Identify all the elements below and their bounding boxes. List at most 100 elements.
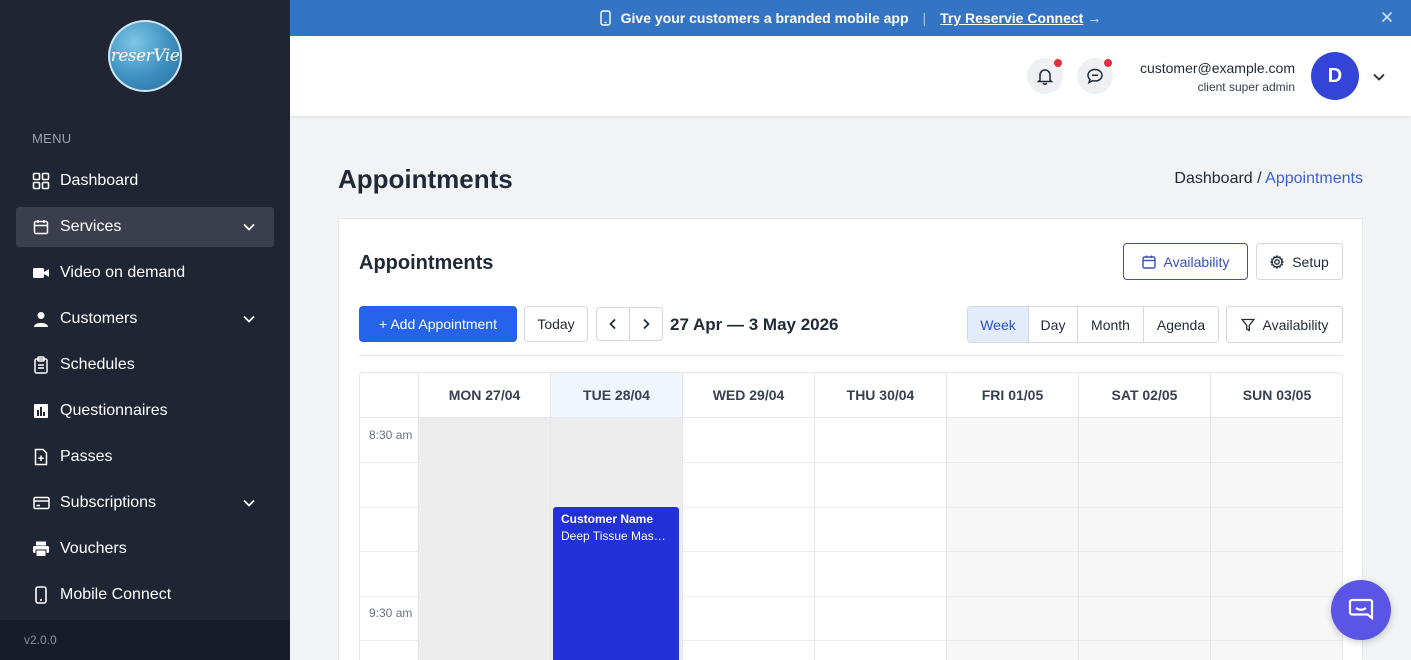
breadcrumb-dashboard-link[interactable]: Dashboard /	[1174, 170, 1261, 187]
slot-line	[1079, 462, 1210, 463]
slot-line	[683, 551, 814, 552]
day-header[interactable]: FRI 01/05	[947, 373, 1079, 417]
try-reservie-connect-link[interactable]: Try Reservie Connect	[940, 10, 1083, 26]
sidebar-item-label: Schedules	[60, 356, 135, 373]
chat-bubble-icon	[1347, 596, 1375, 624]
availability-button[interactable]: Availability	[1123, 243, 1248, 280]
slot-line	[947, 551, 1078, 552]
day-header[interactable]: THU 30/04	[815, 373, 947, 417]
slot-line	[683, 640, 814, 641]
view-month-button[interactable]: Month	[1078, 307, 1144, 342]
sidebar-item-schedules[interactable]: Schedules	[16, 345, 274, 385]
user-info[interactable]: customer@example.com client super admin	[1140, 60, 1295, 94]
slot-line	[360, 596, 418, 597]
sidebar-item-mobile-connect[interactable]: Mobile Connect	[16, 575, 274, 615]
chat-widget-button[interactable]	[1331, 580, 1391, 640]
sidebar-item-subscriptions[interactable]: Subscriptions	[16, 483, 274, 523]
sidebar-item-customers[interactable]: Customers	[16, 299, 274, 339]
slot-line	[1079, 640, 1210, 641]
user-icon	[32, 310, 50, 328]
sidebar-item-label: Subscriptions	[60, 494, 157, 511]
day-column[interactable]	[419, 418, 551, 660]
slot-line	[360, 640, 418, 641]
setup-button[interactable]: Setup	[1256, 243, 1343, 280]
event-service: Deep Tissue Massa...	[561, 529, 671, 543]
day-header[interactable]: SAT 02/05	[1079, 373, 1211, 417]
promo-banner: Give your customers a branded mobile app…	[290, 0, 1411, 36]
day-column-today[interactable]: Customer Name Deep Tissue Massa...	[551, 418, 683, 660]
slot-line	[815, 596, 946, 597]
video-icon	[32, 264, 50, 282]
sidebar-item-dashboard[interactable]: Dashboard	[16, 161, 274, 201]
sidebar-item-video-on-demand[interactable]: Video on demand	[16, 253, 274, 293]
slot-line	[1211, 596, 1342, 597]
sidebar-item-questionnaires[interactable]: Questionnaires	[16, 391, 274, 431]
slot-line	[947, 507, 1078, 508]
slot-line	[683, 596, 814, 597]
clipboard-icon	[32, 356, 50, 374]
sidebar-item-label: Vouchers	[60, 540, 127, 557]
grid-icon	[32, 172, 50, 190]
sidebar-item-label: Dashboard	[60, 172, 139, 189]
sidebar-item-vouchers[interactable]: Vouchers	[16, 529, 274, 569]
date-range: 27 Apr — 3 May 2026	[670, 315, 839, 334]
close-icon[interactable]	[1381, 10, 1393, 26]
promo-text: Give your customers a branded mobile app	[620, 10, 909, 26]
slot-line	[1211, 551, 1342, 552]
slot-line	[1079, 596, 1210, 597]
day-header[interactable]: SUN 03/05	[1211, 373, 1342, 417]
appointment-event[interactable]: Customer Name Deep Tissue Massa...	[553, 507, 679, 660]
gear-icon	[1270, 254, 1285, 269]
breadcrumb-current: Appointments	[1265, 170, 1363, 187]
today-button[interactable]: Today	[524, 306, 588, 342]
slot-line	[815, 462, 946, 463]
sidebar-item-passes[interactable]: Passes	[16, 437, 274, 477]
chevron-down-icon	[242, 220, 256, 239]
day-header[interactable]: MON 27/04	[419, 373, 551, 417]
time-column: 8:30 am 9:30 am	[360, 418, 419, 660]
week-calendar: MON 27/04 TUE 28/04 WED 29/04 THU 30/04 …	[359, 372, 1343, 660]
calendar-icon	[32, 218, 50, 236]
user-email: customer@example.com	[1139, 60, 1295, 76]
prev-week-button[interactable]	[596, 307, 630, 341]
day-header[interactable]: WED 29/04	[683, 373, 815, 417]
smartphone-icon	[32, 586, 50, 604]
sidebar-nav: Dashboard Services Video on demand Custo…	[16, 161, 274, 621]
availability-label: Availability	[1163, 253, 1230, 270]
sidebar-item-services[interactable]: Services	[16, 207, 274, 247]
reservie-logo[interactable]: reserVie	[108, 20, 182, 92]
add-appointment-button[interactable]: + Add Appointment	[359, 306, 517, 342]
next-week-button[interactable]	[629, 307, 663, 341]
day-header-today[interactable]: TUE 28/04	[551, 373, 683, 417]
breadcrumb: Dashboard / Appointments	[1174, 170, 1363, 188]
calendar-header: MON 27/04 TUE 28/04 WED 29/04 THU 30/04 …	[360, 373, 1342, 418]
menu-label: MENU	[32, 131, 72, 146]
day-column[interactable]	[815, 418, 947, 660]
sidebar-item-label: Mobile Connect	[60, 586, 172, 603]
chevron-down-icon	[242, 312, 256, 331]
slot-line	[1079, 507, 1210, 508]
calendar-body: 8:30 am 9:30 am Customer Name Deep Tissu…	[360, 418, 1342, 660]
slot-line	[947, 596, 1078, 597]
notifications-button[interactable]	[1027, 58, 1063, 94]
day-column[interactable]	[1079, 418, 1211, 660]
view-day-button[interactable]: Day	[1029, 307, 1078, 342]
sidebar-item-label: Questionnaires	[60, 402, 168, 419]
messages-button[interactable]	[1077, 58, 1113, 94]
slot-line	[815, 507, 946, 508]
slot-line	[683, 507, 814, 508]
sidebar-item-label: Services	[60, 218, 122, 235]
day-column[interactable]	[683, 418, 815, 660]
day-column[interactable]	[947, 418, 1079, 660]
chevron-down-icon[interactable]	[1372, 70, 1386, 88]
slot-line	[360, 551, 418, 552]
chevron-right-icon	[641, 318, 651, 330]
avatar[interactable]: D	[1311, 52, 1359, 100]
sidebar-item-label: Customers	[60, 310, 138, 327]
user-role: client super admin	[1197, 80, 1295, 94]
availability-filter-button[interactable]: Availability	[1226, 306, 1343, 343]
day-column[interactable]	[1211, 418, 1342, 660]
view-agenda-button[interactable]: Agenda	[1144, 307, 1218, 342]
view-week-button[interactable]: Week	[968, 307, 1029, 342]
sidebar: reserVie MENU Dashboard Services Video o…	[0, 0, 290, 660]
